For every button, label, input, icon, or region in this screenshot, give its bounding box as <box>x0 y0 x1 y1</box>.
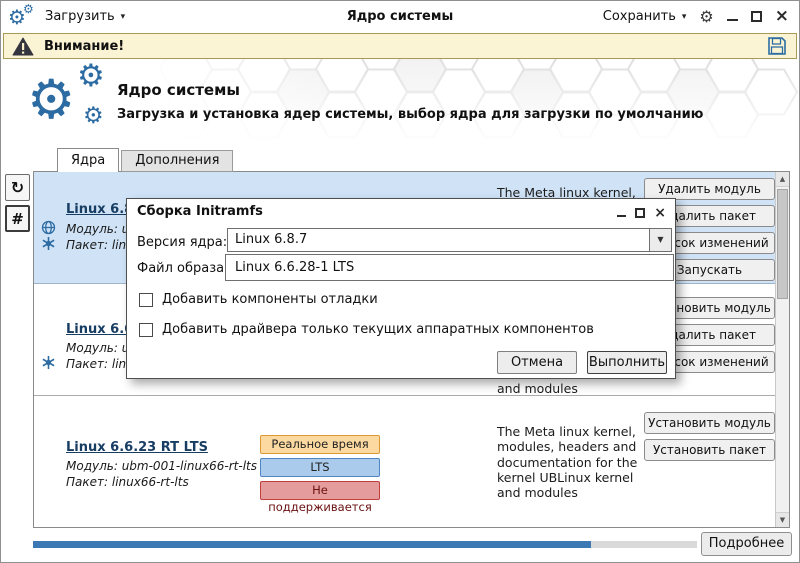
badge-unsupported: Не поддерживается <box>260 481 380 500</box>
progress-bar <box>33 541 697 548</box>
titlebar-right-controls: Сохранить ▾ ⚙ × <box>603 1 789 32</box>
gear-icon: ⚙ <box>27 73 75 127</box>
kernel-gears-logo: ⚙ ⚙ ⚙ <box>27 61 119 147</box>
checkbox-label: Добавить драйвера только текущих аппарат… <box>162 322 594 337</box>
kernel-row[interactable]: Linux 6.6.23 RT LTS Модуль: ubm-001-linu… <box>34 396 775 527</box>
badge-realtime: Реальное время <box>260 435 380 454</box>
maximize-button[interactable] <box>635 208 645 218</box>
save-menu-label: Сохранить <box>603 9 676 24</box>
vertical-scrollbar[interactable]: ▲ ▼ <box>775 172 789 527</box>
page-header: ⚙ ⚙ ⚙ Ядро системы Загрузка и установка … <box>1 59 800 148</box>
warning-bar: Внимание! <box>3 33 797 59</box>
kernel-module-label: Модуль: ubm-001-linux66-rt-lts <box>66 459 257 473</box>
progress-bar-fill <box>33 541 591 548</box>
current-hardware-drivers-checkbox-row: Добавить драйвера только текущих аппарат… <box>139 322 594 337</box>
dialog-window-controls: × <box>617 206 666 220</box>
kernel-version-select[interactable]: Linux 6.8.7 ▼ <box>227 228 672 252</box>
package-icon <box>41 236 56 251</box>
install-package-button[interactable]: Установить пакет <box>644 439 775 461</box>
load-menu-label: Загрузить <box>45 9 115 24</box>
chevron-down-icon: ▾ <box>682 12 687 22</box>
close-button[interactable]: × <box>775 8 789 25</box>
page-title: Ядро системы <box>117 81 240 99</box>
gear-icon: ⚙ <box>77 61 105 92</box>
save-menu-button[interactable]: Сохранить ▾ <box>603 9 687 24</box>
page-subtitle: Загрузка и установка ядер системы, выбор… <box>117 107 703 122</box>
details-button[interactable]: Подробнее <box>701 532 792 556</box>
tab-kernels[interactable]: Ядра <box>57 148 119 172</box>
dialog-title: Сборка Initramfs <box>137 204 263 219</box>
install-module-button[interactable]: Установить модуль <box>644 412 775 434</box>
warning-triangle-icon <box>12 37 34 56</box>
chevron-down-icon: ▼ <box>657 235 663 244</box>
chevron-down-icon: ▾ <box>121 12 126 22</box>
settings-gear-icon[interactable]: ⚙ <box>699 9 713 25</box>
titlebar: ⚙ ⚙ Загрузить ▾ Ядро системы Сохранить ▾… <box>1 1 799 32</box>
scroll-down-button[interactable]: ▼ <box>776 512 789 527</box>
checkbox-label: Добавить компоненты отладки <box>162 292 378 307</box>
hash-icon: # <box>11 210 24 228</box>
badge-lts: LTS <box>260 458 380 477</box>
minimize-button[interactable] <box>617 209 626 217</box>
gear-icon: ⚙ <box>83 105 104 128</box>
kernel-badges: Реальное время LTS Не поддерживается <box>260 435 380 504</box>
kernel-version-dropdown-list: Linux 6.6.28-1 LTS <box>225 254 674 281</box>
module-globe-icon <box>41 220 56 235</box>
warning-text: Внимание! <box>44 39 124 54</box>
combo-arrow-button[interactable]: ▼ <box>649 229 671 251</box>
maximize-button[interactable] <box>751 11 762 22</box>
floppy-disk-icon <box>766 35 788 57</box>
package-icon <box>41 355 56 370</box>
run-button[interactable]: Выполнить <box>587 351 667 374</box>
tab-bar: Ядра Дополнения <box>57 148 233 172</box>
minimize-button[interactable] <box>727 12 738 21</box>
delete-module-button[interactable]: Удалить модуль <box>644 178 775 200</box>
kernel-package-label: Пакет: linux66-rt-lts <box>66 475 189 489</box>
kernel-actions: Установить модуль Установить пакет <box>644 412 775 466</box>
kernel-version-label: Версия ядра: <box>137 235 227 250</box>
kernel-description: The Meta linux kernel, modules, headers … <box>497 424 649 500</box>
checkbox[interactable] <box>139 323 153 337</box>
scrollbar-thumb[interactable] <box>777 189 788 299</box>
kernel-name-link[interactable]: Linux 6.6.23 RT LTS <box>66 440 208 455</box>
close-button[interactable]: × <box>654 206 666 220</box>
refresh-icon: ↻ <box>11 178 24 197</box>
initramfs-dialog: Сборка Initramfs × Версия ядра: Linux 6.… <box>126 198 676 379</box>
hexagon-fade-left-overlay <box>146 59 356 148</box>
image-file-label: Файл образа: <box>137 261 229 276</box>
dropdown-option[interactable]: Linux 6.6.28-1 LTS <box>235 260 354 275</box>
checkbox[interactable] <box>139 293 153 307</box>
cancel-button[interactable]: Отмена <box>497 351 577 374</box>
app-window: ⚙ ⚙ Загрузить ▾ Ядро системы Сохранить ▾… <box>0 0 800 563</box>
load-menu-button[interactable]: Загрузить ▾ <box>45 1 125 32</box>
gear-icon: ⚙ <box>23 3 34 15</box>
debug-components-checkbox-row: Добавить компоненты отладки <box>139 292 378 307</box>
save-report-button[interactable] <box>766 35 788 57</box>
tab-addons[interactable]: Дополнения <box>121 150 233 172</box>
hash-button[interactable]: # <box>5 205 30 232</box>
app-logo-gears-icon: ⚙ ⚙ <box>8 3 38 31</box>
kernel-version-value: Linux 6.8.7 <box>235 232 307 247</box>
refresh-button[interactable]: ↻ <box>5 174 30 201</box>
scroll-up-button[interactable]: ▲ <box>776 172 789 187</box>
window-title: Ядро системы <box>251 1 549 32</box>
